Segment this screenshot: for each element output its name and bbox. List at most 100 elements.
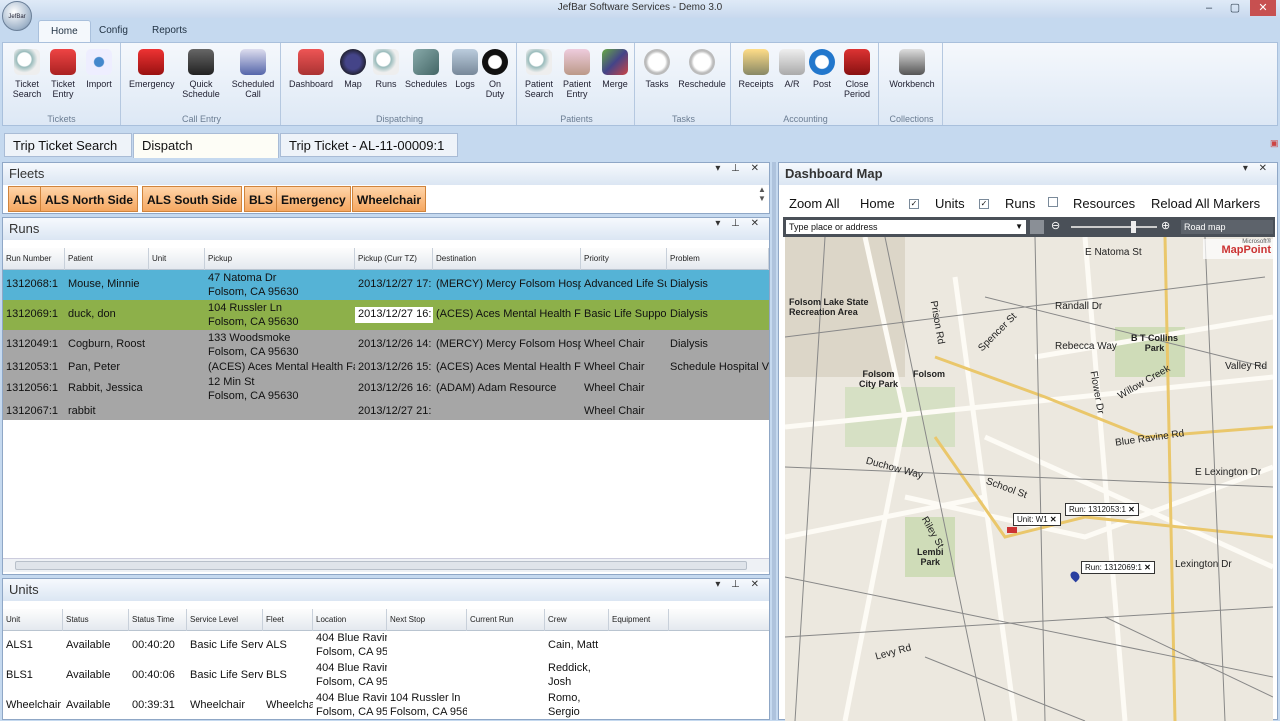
col-problem[interactable]: Problem [667,248,769,270]
col-destination[interactable]: Destination [433,248,581,270]
close-period-button[interactable]: Close Period [837,49,877,99]
unit-row[interactable]: ALS1 Available 00:40:20 Basic Life Servi… [3,631,769,661]
tasks-button[interactable]: Tasks [639,49,675,89]
on-duty-button[interactable]: On Duty [479,49,511,99]
home-button[interactable]: Home [860,196,895,211]
ledger-icon [779,49,805,75]
col-pickup[interactable]: Pickup [205,248,355,270]
pane-controls[interactable]: ▾ ✕ [1243,163,1271,174]
col-priority[interactable]: Priority [581,248,667,270]
close-document-icon[interactable]: ▣ [1270,138,1279,149]
zoom-out-icon[interactable]: ⊖ [1051,219,1060,232]
col-location[interactable]: Location [313,609,387,631]
run-row[interactable]: 1312049:1 Cogburn, Roost 133 Woodsmoke F… [3,330,769,360]
col-pickup-time[interactable]: Pickup (Curr TZ) [355,248,433,270]
unit-row[interactable]: BLS1 Available 00:40:06 Basic Life Servi… [3,661,769,691]
minimize-button[interactable]: – [1198,0,1220,16]
zoom-in-icon[interactable]: ⊕ [1161,219,1170,232]
logs-button[interactable]: Logs [447,49,483,89]
post-button[interactable]: Post [805,49,839,89]
cell-priority: Advanced Life Su [584,278,667,290]
close-marker-icon[interactable]: ✕ [1144,563,1151,572]
reschedule-button[interactable]: Reschedule [675,49,729,89]
map-type-select[interactable]: Road map [1181,220,1273,234]
merge-button[interactable]: Merge [595,49,635,89]
col-patient[interactable]: Patient [65,248,149,270]
zoom-all-button[interactable]: Zoom All [789,196,840,211]
col-unit[interactable]: Unit [3,609,63,631]
ticket-entry-button[interactable]: Ticket Entry [43,49,83,99]
units-checkbox[interactable]: ✓ [909,197,919,209]
scroll-thumb[interactable] [15,561,747,570]
zoom-slider-thumb[interactable] [1131,221,1136,233]
receipts-button[interactable]: Receipts [735,49,777,89]
zoom-slider[interactable] [1071,226,1157,228]
col-run-number[interactable]: Run Number [3,248,65,270]
run-row[interactable]: 1312056:1 Rabbit, Jessica 12 Min St Fols… [3,374,769,404]
close-window-button[interactable]: ✕ [1250,0,1276,16]
close-marker-icon[interactable]: ✕ [1050,515,1057,524]
dashboard-button[interactable]: Dashboard [287,49,335,89]
unit-row[interactable]: Wheelchair Available 00:39:31 Wheelchair… [3,691,769,721]
runs-button[interactable]: Runs [369,49,403,89]
close-marker-icon[interactable]: ✕ [1128,505,1135,514]
col-fleet[interactable]: Fleet [263,609,313,631]
cell-run: 1312067:1 [6,405,58,417]
patient-entry-button[interactable]: Patient Entry [557,49,597,99]
tab-dispatch-dashboard[interactable]: Dispatch Dashboard▣ [133,133,279,177]
run-row[interactable]: 1312069:1 duck, don 104 Russler Ln Folso… [3,300,769,330]
col-current-run[interactable]: Current Run [467,609,545,631]
app-menu-orb[interactable]: JefBar [2,1,32,31]
resources-checkbox[interactable] [1048,197,1058,210]
import-button[interactable]: Import [79,49,119,89]
col-next-stop[interactable]: Next Stop [387,609,467,631]
vehicle-icon[interactable] [1007,527,1017,533]
fleet-button-als-south[interactable]: ALS South Side [142,186,242,212]
pane-controls[interactable]: ▾ ⊥ ✕ [715,218,763,229]
runs-checkbox[interactable]: ✓ [979,197,989,209]
col-unit[interactable]: Unit [149,248,205,270]
fleet-button-wheelchair[interactable]: Wheelchair [352,186,427,212]
address-search-input[interactable]: Type place or address ▼ [786,220,1026,234]
unit-marker-w1[interactable]: Unit: W1 ✕ [1013,513,1061,526]
pane-controls[interactable]: ▾ ⊥ ✕ [715,579,763,590]
workbench-button[interactable]: Workbench [887,49,937,89]
fleet-button-als[interactable]: ALS [8,186,42,212]
quick-schedule-button[interactable]: Quick Schedule [181,49,221,99]
pane-splitter[interactable] [772,162,776,720]
map-canvas[interactable]: E Natoma St Folsom Lake State Recreation… [785,237,1273,721]
col-status[interactable]: Status [63,609,129,631]
ribbon-tab-home[interactable]: Home [38,20,91,42]
fleets-scroll[interactable]: ▲ ▼ [755,185,769,213]
scheduled-call-button[interactable]: Scheduled Call [229,49,277,99]
tab-trip-ticket-search[interactable]: Trip Ticket Search [4,133,132,157]
patient-search-button[interactable]: Patient Search [519,49,559,99]
maximize-button[interactable]: ▢ [1224,0,1246,16]
map-button[interactable]: Map [335,49,371,89]
col-equipment[interactable]: Equipment [609,609,669,631]
col-crew[interactable]: Crew [545,609,609,631]
schedules-button[interactable]: Schedules [403,49,449,89]
run-marker-1312069[interactable]: Run: 1312069:1 ✕ [1081,561,1155,574]
pane-controls[interactable]: ▾ ⊥ ✕ [715,163,763,174]
ribbon-tab-config[interactable]: Config [87,20,140,42]
col-status-time[interactable]: Status Time [129,609,187,631]
dashboard-map-pane: Dashboard Map ▾ ✕ Zoom All Home ✓ Units … [778,162,1278,721]
reload-markers-button[interactable]: Reload All Markers [1151,196,1260,211]
ar-button[interactable]: A/R [775,49,809,89]
run-marker-1312053[interactable]: Run: 1312053:1 ✕ [1065,503,1139,516]
run-row[interactable]: 1312068:1 Mouse, Minnie 47 Natoma Dr Fol… [3,270,769,300]
col-service-level[interactable]: Service Level [187,609,263,631]
runs-h-scrollbar[interactable] [3,558,769,572]
ribbon-group-dispatching: Dashboard Map Runs Schedules Logs On Dut… [283,43,517,125]
run-row[interactable]: 1312067:1 rabbit 2013/12/27 21: Wheel Ch… [3,404,769,420]
cell-status-time: 00:40:20 [132,639,175,651]
ticket-search-button[interactable]: Ticket Search [7,49,47,99]
fleet-button-als-north[interactable]: ALS North Side [40,186,139,212]
tab-trip-ticket[interactable]: Trip Ticket - AL-11-00009:1 [280,133,458,157]
ribbon-tab-reports[interactable]: Reports [140,20,199,42]
fleet-button-emergency[interactable]: Emergency [276,186,351,212]
emergency-button[interactable]: Emergency [129,49,175,89]
fleet-button-bls[interactable]: BLS [244,186,278,212]
pan-icon[interactable] [1030,220,1044,234]
